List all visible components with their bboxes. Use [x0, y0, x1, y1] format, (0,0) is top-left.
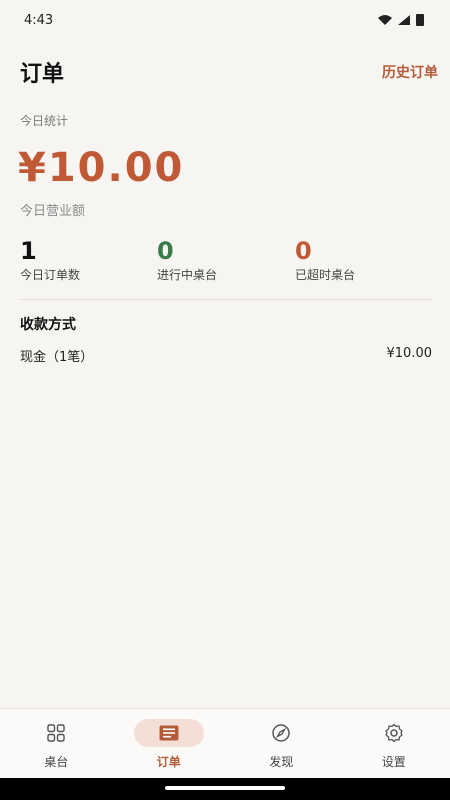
nav-item-settings[interactable]: 设置 — [349, 719, 439, 770]
wifi-icon — [378, 15, 392, 25]
stat-label: 今日订单数 — [20, 268, 81, 282]
nav-icon-wrap — [246, 719, 316, 747]
nav-item-tables[interactable]: 桌台 — [11, 719, 101, 770]
nav-icon-wrap — [359, 719, 429, 747]
payment-methods-title: 收款方式 — [20, 317, 76, 333]
stat-label: 已超时桌台 — [295, 268, 356, 282]
header: 订单 历史订单 — [0, 52, 450, 92]
nav-label: 订单 — [156, 755, 181, 769]
stat-overdue-tables: 0 已超时桌台 — [295, 236, 355, 283]
payment-method: 现金（1笔） — [20, 350, 94, 365]
status-time: 4:43 — [24, 12, 54, 28]
today-revenue-label: 今日营业额 — [20, 204, 86, 219]
bottom-nav: 桌台 订单 发现 设置 — [0, 708, 450, 778]
nav-label: 设置 — [381, 755, 406, 769]
payment-row: 现金（1笔） ¥10.00 — [20, 346, 432, 365]
history-orders-link[interactable]: 历史订单 — [382, 62, 438, 82]
stat-value: 0 — [295, 237, 312, 265]
today-stats-label: 今日统计 — [20, 114, 69, 128]
divider — [20, 299, 432, 300]
nav-label: 桌台 — [44, 755, 69, 769]
home-indicator-bar[interactable] — [165, 786, 285, 790]
status-icons — [378, 14, 424, 26]
stat-active-tables: 0 进行中桌台 — [157, 236, 217, 283]
nav-item-orders[interactable]: 订单 — [124, 719, 214, 770]
nav-label: 发现 — [269, 755, 294, 769]
compass-icon — [272, 724, 290, 742]
payment-amount: ¥10.00 — [386, 346, 433, 361]
nav-icon-wrap — [133, 719, 204, 747]
grid-icon — [47, 724, 65, 742]
page-title: 订单 — [20, 62, 65, 87]
nav-icon-wrap — [21, 719, 91, 747]
status-bar: 4:43 — [0, 0, 450, 40]
stat-value: 1 — [20, 237, 37, 265]
stat-label: 进行中桌台 — [157, 268, 218, 282]
stats-row: 1 今日订单数 0 进行中桌台 0 已超时桌台 — [20, 236, 432, 294]
today-revenue-amount: ¥10.00 — [18, 145, 185, 191]
stat-value: 0 — [157, 237, 174, 265]
battery-icon — [416, 14, 424, 26]
stat-today-orders: 1 今日订单数 — [20, 236, 80, 283]
order-list-icon — [159, 725, 179, 741]
nav-item-discover[interactable]: 发现 — [236, 719, 326, 770]
signal-icon — [398, 15, 410, 25]
gear-icon — [385, 723, 403, 743]
